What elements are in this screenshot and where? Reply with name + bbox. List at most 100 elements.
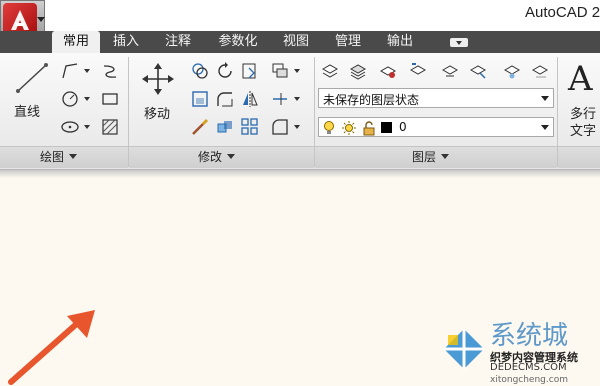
layers-panel-label: 图层 xyxy=(412,150,437,164)
layer-state-dropdown[interactable]: 未保存的图层状态 xyxy=(318,88,554,108)
hatch-button[interactable] xyxy=(100,117,120,137)
extend-icon xyxy=(273,93,287,105)
trim-icon xyxy=(242,63,256,79)
tab-insert[interactable]: 插入 xyxy=(106,31,146,53)
watermark-text: 系统城 xyxy=(490,321,569,351)
window-title: AutoCAD 2 xyxy=(525,4,600,21)
ellipse-button[interactable] xyxy=(60,117,80,137)
ellipse-icon xyxy=(61,121,79,133)
chevron-down-icon xyxy=(441,154,450,159)
polyline-dropdown[interactable] xyxy=(83,61,91,81)
fillet-icon xyxy=(217,92,233,107)
layer-isolate-icon xyxy=(441,65,459,77)
array-button[interactable] xyxy=(240,117,260,137)
layer-properties-icon xyxy=(321,64,339,78)
copy-icon xyxy=(192,63,208,79)
sun-icon xyxy=(342,121,356,135)
lightbulb-icon xyxy=(324,121,334,134)
trim-button[interactable] xyxy=(240,61,260,81)
chevron-down-icon xyxy=(69,154,78,159)
chamfer-button[interactable] xyxy=(270,117,290,137)
offset-button[interactable] xyxy=(215,117,235,137)
chevron-down-icon xyxy=(541,125,549,130)
extend-button[interactable] xyxy=(270,89,290,109)
copy-button[interactable] xyxy=(190,61,210,81)
chamfer-icon xyxy=(272,119,288,135)
line-tool-label: 直线 xyxy=(14,105,41,120)
spline-icon xyxy=(103,65,117,78)
layers-stack-button[interactable] xyxy=(270,61,290,81)
windows-logo-icon xyxy=(444,329,484,369)
circle-dropdown[interactable] xyxy=(83,89,91,109)
modify-panel-title[interactable]: 修改 xyxy=(198,149,236,165)
hatch-icon xyxy=(102,119,118,135)
layer-freeze-button[interactable] xyxy=(502,61,522,81)
ellipse-dropdown[interactable] xyxy=(83,117,91,137)
layer-off-icon xyxy=(531,65,549,78)
layer-state-icon xyxy=(349,64,367,80)
ribbon-tab-bar: 常用 插入 注释 参数化 视图 管理 输出 xyxy=(0,31,600,53)
ribbon-shadow xyxy=(0,170,600,178)
layer-color-swatch xyxy=(381,122,392,133)
line-tool-button[interactable] xyxy=(12,59,52,97)
layer-previous-button[interactable] xyxy=(408,61,428,81)
erase-button[interactable] xyxy=(190,117,210,137)
tab-overflow-button[interactable] xyxy=(450,38,468,47)
chamfer-dropdown[interactable] xyxy=(293,117,301,137)
watermark: 系统城 织梦内容管理系统 DEDECMS.COM xitongcheng.com xyxy=(440,315,600,386)
line-icon xyxy=(16,63,48,93)
watermark-subtitle-2: DEDECMS.COM xyxy=(490,362,567,373)
layer-properties-button[interactable] xyxy=(320,61,340,81)
extend-dropdown[interactable] xyxy=(293,89,301,109)
mirror-button[interactable] xyxy=(240,89,260,109)
layers-panel-title[interactable]: 图层 xyxy=(412,149,450,165)
modify-panel-label: 修改 xyxy=(198,150,223,164)
rectangle-icon xyxy=(102,93,118,105)
multiline-text-icon[interactable]: A xyxy=(568,59,593,99)
current-layer-dropdown[interactable]: 0 xyxy=(318,117,554,137)
circle-button[interactable] xyxy=(60,89,80,109)
tab-output[interactable]: 输出 xyxy=(380,31,420,53)
tab-parametric[interactable]: 参数化 xyxy=(210,31,266,53)
unlock-icon xyxy=(363,121,375,136)
draw-panel-title[interactable]: 绘图 xyxy=(40,149,78,165)
rectangle-button[interactable] xyxy=(100,89,120,109)
title-bar: AutoCAD 2 xyxy=(0,0,600,31)
brush-icon xyxy=(192,118,209,135)
current-layer-value: 0 xyxy=(399,120,407,134)
layer-state-button[interactable] xyxy=(348,61,368,81)
layer-match-button[interactable] xyxy=(378,61,398,81)
tab-manage[interactable]: 管理 xyxy=(328,31,368,53)
draw-panel-label: 绘图 xyxy=(40,150,65,164)
layer-off-button[interactable] xyxy=(530,61,550,81)
move-icon xyxy=(142,63,174,95)
annotation-arrow-icon xyxy=(8,310,95,385)
rotate-button[interactable] xyxy=(215,61,235,81)
layer-state-value: 未保存的图层状态 xyxy=(323,93,420,107)
array-icon xyxy=(241,118,258,135)
fillet-button[interactable] xyxy=(215,89,235,109)
polyline-icon xyxy=(62,63,78,79)
offset-icon xyxy=(217,121,232,133)
stack-icon xyxy=(272,63,288,78)
watermark-url: xitongcheng.com xyxy=(490,375,568,385)
layer-unisolate-button[interactable] xyxy=(468,61,488,81)
stretch-button[interactable] xyxy=(190,89,210,109)
layer-unisolate-icon xyxy=(469,65,487,79)
spline-button[interactable] xyxy=(100,61,120,81)
layer-isolate-button[interactable] xyxy=(440,61,460,81)
move-button[interactable] xyxy=(140,61,176,97)
move-label: 移动 xyxy=(144,107,171,122)
stretch-icon xyxy=(192,91,208,107)
tab-annotate[interactable]: 注释 xyxy=(158,31,198,53)
tab-home[interactable]: 常用 xyxy=(52,31,100,53)
rotate-icon xyxy=(218,62,232,78)
layer-freeze-icon xyxy=(503,65,521,79)
mirror-icon xyxy=(243,91,258,107)
chevron-down-icon xyxy=(541,96,549,101)
stack-dropdown[interactable] xyxy=(293,61,301,81)
chevron-down-icon xyxy=(37,17,45,22)
annotation-panel-footer[interactable] xyxy=(558,146,600,168)
polyline-button[interactable] xyxy=(60,61,80,81)
tab-view[interactable]: 视图 xyxy=(276,31,316,53)
